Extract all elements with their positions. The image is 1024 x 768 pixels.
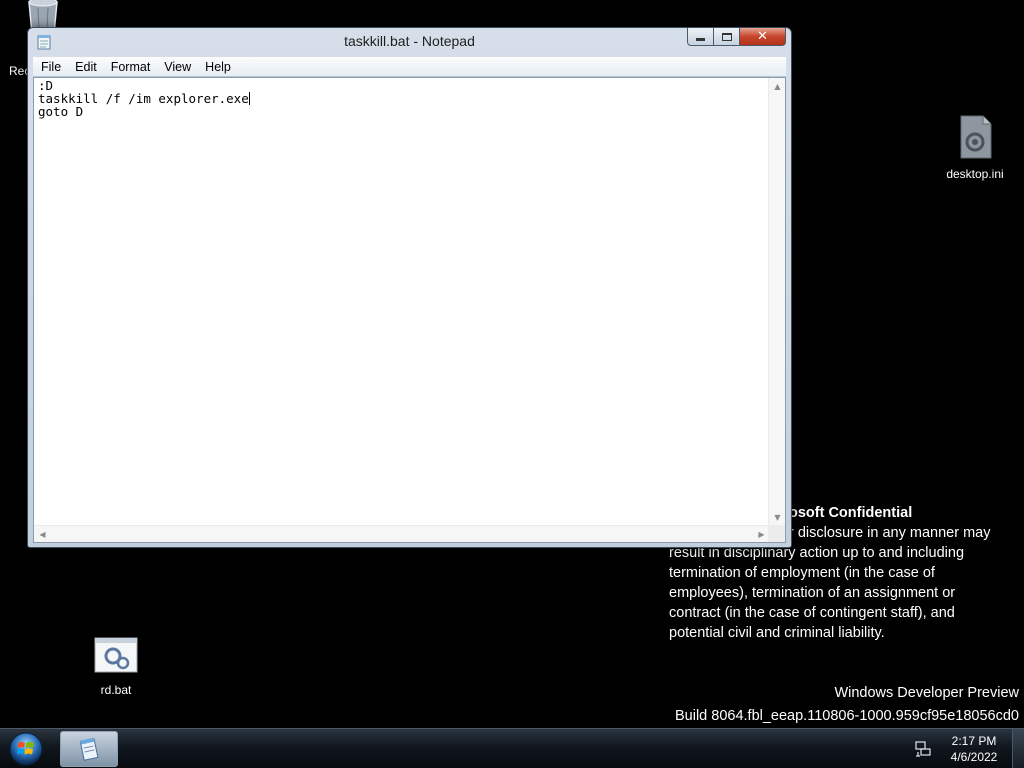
notepad-window[interactable]: taskkill.bat - Notepad ✕ File Edit Forma… [27, 27, 792, 548]
network-icon[interactable] [914, 740, 932, 758]
menu-edit[interactable]: Edit [68, 60, 104, 74]
scroll-left-arrow-icon[interactable]: ◀ [34, 526, 51, 543]
notepad-icon [79, 737, 99, 761]
menu-format[interactable]: Format [104, 60, 158, 74]
clock-date: 4/6/2022 [950, 750, 998, 764]
minimize-button[interactable] [687, 28, 714, 46]
scroll-down-arrow-icon[interactable]: ▼ [769, 509, 786, 526]
taskbar: 2:17 PM 4/6/2022 [0, 728, 1024, 768]
minimize-icon [696, 38, 705, 41]
batch-file-icon [94, 637, 138, 673]
desktop-icon-label: desktop.ini [946, 167, 1004, 181]
close-button[interactable]: ✕ [740, 28, 786, 46]
taskbar-notepad-button[interactable] [60, 731, 118, 767]
maximize-icon [721, 32, 732, 41]
menu-view[interactable]: View [157, 60, 198, 74]
config-file-icon [960, 115, 992, 159]
text-content[interactable]: :D taskkill /f /im explorer.exe goto D [34, 78, 770, 526]
vertical-scrollbar[interactable]: ▲ ▼ [768, 78, 785, 526]
horizontal-scrollbar[interactable]: ◀ ▶ [34, 525, 770, 542]
window-titlebar[interactable]: taskkill.bat - Notepad ✕ [28, 28, 791, 56]
watermark-line: contract (in the case of contingent staf… [669, 605, 955, 621]
text-editor-area[interactable]: :D taskkill /f /im explorer.exe goto D ▲ ▼… [33, 77, 786, 543]
clock-time: 2:17 PM [951, 734, 997, 748]
text-caret [248, 92, 250, 105]
start-button[interactable] [6, 731, 46, 767]
desktop-icon-rd-bat[interactable]: rd.bat [86, 636, 146, 697]
watermark-line: potential civil and criminal liability. [669, 625, 885, 641]
text-line-with-caret: taskkill /f /im explorer.exe [38, 92, 770, 105]
windows-start-orb-icon [9, 732, 43, 766]
show-desktop-button[interactable] [1012, 729, 1024, 768]
desktop-icon-label: rd.bat [100, 683, 132, 697]
menu-bar: File Edit Format View Help [33, 57, 786, 77]
close-icon: ✕ [757, 29, 768, 44]
scroll-up-arrow-icon[interactable]: ▲ [769, 78, 786, 95]
desktop-icon-desktop-ini[interactable]: desktop.ini [940, 114, 1010, 181]
menu-help[interactable]: Help [198, 60, 238, 74]
build-edition-text: Windows Developer Preview [834, 685, 1019, 701]
watermark-line: employees), termination of an assignment… [669, 585, 956, 601]
window-title: taskkill.bat - Notepad [344, 33, 475, 49]
watermark-line: termination of employment (in the case o… [669, 565, 935, 581]
system-clock[interactable]: 2:17 PM 4/6/2022 [942, 733, 1006, 765]
build-number-text: Build 8064.fbl_eeap.110806-1000.959cf95e… [674, 708, 1019, 724]
scrollbar-corner [768, 525, 785, 542]
menu-file[interactable]: File [33, 60, 68, 74]
caption-buttons: ✕ [687, 28, 786, 46]
maximize-button[interactable] [714, 28, 740, 46]
text-line: goto D [38, 104, 84, 119]
